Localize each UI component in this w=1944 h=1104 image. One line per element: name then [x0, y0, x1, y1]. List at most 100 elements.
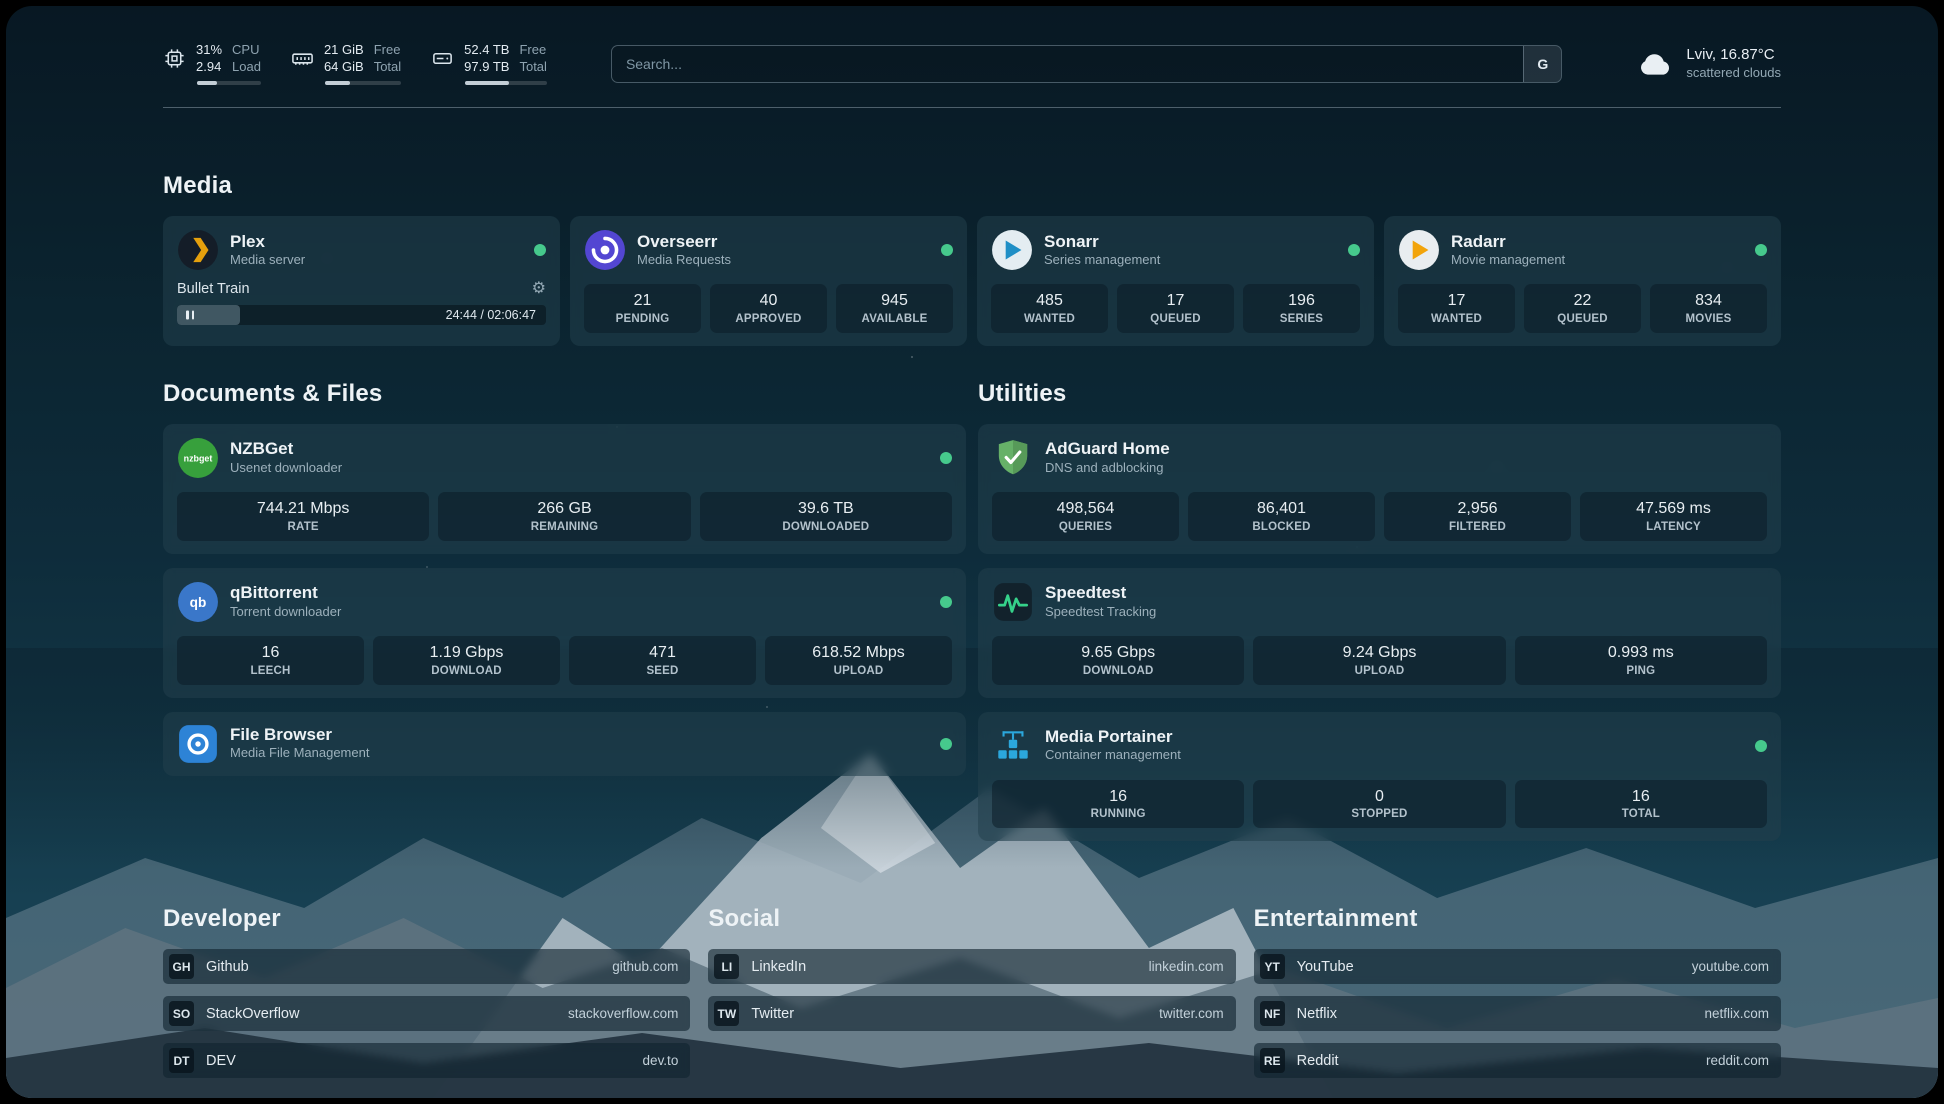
section-title-developer: Developer [163, 905, 690, 933]
stat-value: 22 [1528, 291, 1637, 312]
stat-label: UPLOAD [1257, 665, 1501, 677]
stat-box: 2,956 FILTERED [1384, 492, 1571, 541]
app-card-speedtest[interactable]: Speedtest Speedtest Tracking 9.65 Gbps D… [978, 568, 1781, 698]
bookmark-youtube[interactable]: YT YouTube youtube.com [1254, 949, 1781, 984]
radarr-icon [1398, 229, 1440, 271]
search-input[interactable] [612, 56, 1523, 72]
stat-label: BLOCKED [1192, 521, 1371, 533]
cloud-icon [1636, 48, 1674, 80]
stackoverflow-icon: SO [169, 1001, 194, 1026]
stat-box: 86,401 BLOCKED [1188, 492, 1375, 541]
search-engine-button[interactable]: G [1523, 46, 1561, 82]
stat-box: 618.52 Mbps UPLOAD [765, 636, 952, 685]
disk-progress-track [465, 81, 547, 85]
app-card-nzbget[interactable]: nzbget NZBGet Usenet downloader 744.21 M… [163, 424, 966, 554]
app-card-filebrowser[interactable]: File Browser Media File Management [163, 712, 966, 776]
topbar-divider [163, 107, 1781, 108]
disk-label-2: Total [519, 59, 546, 76]
stat-label: AVAILABLE [840, 313, 949, 325]
bookmark-name: DEV [206, 1053, 236, 1069]
app-card-qbittorrent[interactable]: qb qBittorrent Torrent downloader 16 [163, 568, 966, 698]
bookmark-name: Twitter [751, 1006, 794, 1022]
bookmark-netflix[interactable]: NF Netflix netflix.com [1254, 996, 1781, 1031]
now-playing-title: Bullet Train [177, 281, 250, 297]
app-card-sonarr[interactable]: Sonarr Series management 485 WANTED 17 Q… [977, 216, 1374, 346]
plex-icon [177, 229, 219, 271]
stat-label: LATENCY [1584, 521, 1763, 533]
cpu-monitor: 31% 2.94 CPU Load [163, 42, 261, 85]
svg-text:nzbget: nzbget [184, 454, 213, 464]
app-card-plex[interactable]: Plex Media server Bullet Train ⚙ 24:44 /… [163, 216, 560, 346]
stat-box: 39.6 TB DOWNLOADED [700, 492, 952, 541]
app-card-radarr[interactable]: Radarr Movie management 17 WANTED 22 QUE… [1384, 216, 1781, 346]
memory-progress-track [325, 81, 401, 85]
stat-box: 945 AVAILABLE [836, 284, 953, 333]
sonarr-icon [991, 229, 1033, 271]
section-title-entertainment: Entertainment [1254, 905, 1781, 933]
app-subtitle: Media server [230, 252, 305, 269]
stat-box: 1.19 Gbps DOWNLOAD [373, 636, 560, 685]
memory-progress-fill [325, 81, 350, 85]
section-title-media: Media [163, 172, 1781, 200]
stat-label: DOWNLOAD [996, 665, 1240, 677]
app-card-adguard[interactable]: AdGuard Home DNS and adblocking 498,564 … [978, 424, 1781, 554]
search-bar: G [611, 45, 1562, 83]
stat-box: 834 MOVIES [1650, 284, 1767, 333]
disk-free: 52.4 TB [464, 42, 509, 59]
stat-value: 39.6 TB [704, 499, 948, 520]
memory-total: 64 GiB [324, 59, 364, 76]
bookmark-url: stackoverflow.com [568, 1006, 678, 1021]
stat-box: 16 RUNNING [992, 780, 1244, 829]
bookmark-url: twitter.com [1159, 1006, 1224, 1021]
overseerr-icon [584, 229, 626, 271]
stat-label: FILTERED [1388, 521, 1567, 533]
status-dot [940, 452, 952, 464]
status-dot [940, 738, 952, 750]
status-dot [1755, 244, 1767, 256]
app-name: qBittorrent [230, 583, 341, 603]
stat-value: 21 [588, 291, 697, 312]
status-dot [940, 596, 952, 608]
stat-label: WANTED [995, 313, 1104, 325]
section-media: Media Plex Media server [163, 172, 1781, 346]
dashboard-screen: 31% 2.94 CPU Load [6, 6, 1938, 1098]
stat-value: 9.24 Gbps [1257, 643, 1501, 664]
bookmark-name: StackOverflow [206, 1006, 299, 1022]
youtube-icon: YT [1260, 954, 1285, 979]
weather-widget: Lviv, 16.87°C scattered clouds [1636, 45, 1781, 81]
bookmark-stackoverflow[interactable]: SO StackOverflow stackoverflow.com [163, 996, 690, 1031]
stat-box: 498,564 QUERIES [992, 492, 1179, 541]
stat-label: APPROVED [714, 313, 823, 325]
app-card-portainer[interactable]: Media Portainer Container management 16 … [978, 712, 1781, 842]
svg-text:qb: qb [190, 595, 207, 610]
bookmark-github[interactable]: GH Github github.com [163, 949, 690, 984]
disk-monitor: 52.4 TB 97.9 TB Free Total [431, 42, 547, 85]
stat-box: 9.24 Gbps UPLOAD [1253, 636, 1505, 685]
stat-label: QUERIES [996, 521, 1175, 533]
stat-box: 16 LEECH [177, 636, 364, 685]
app-card-overseerr[interactable]: Overseerr Media Requests 21 PENDING 40 A… [570, 216, 967, 346]
bookmark-reddit[interactable]: RE Reddit reddit.com [1254, 1043, 1781, 1078]
stat-box: 266 GB REMAINING [438, 492, 690, 541]
gear-icon[interactable]: ⚙ [532, 281, 546, 297]
bookmark-twitter[interactable]: TW Twitter twitter.com [708, 996, 1235, 1031]
app-subtitle: Media File Management [230, 745, 369, 762]
section-social: Social LI LinkedIn linkedin.com TW Twitt… [708, 905, 1235, 1078]
stat-value: 17 [1402, 291, 1511, 312]
app-subtitle: Series management [1044, 252, 1160, 269]
app-name: NZBGet [230, 439, 342, 459]
stat-value: 0.993 ms [1519, 643, 1763, 664]
stat-box: 9.65 Gbps DOWNLOAD [992, 636, 1244, 685]
bookmark-dev[interactable]: DT DEV dev.to [163, 1043, 690, 1078]
stat-box: 47.569 ms LATENCY [1580, 492, 1767, 541]
cpu-label-2: Load [232, 59, 261, 76]
stat-value: 2,956 [1388, 499, 1567, 520]
bookmark-url: linkedin.com [1149, 959, 1224, 974]
stat-value: 744.21 Mbps [181, 499, 425, 520]
memory-label-2: Total [374, 59, 401, 76]
playback-progress-bar: 24:44 / 02:06:47 [177, 305, 546, 325]
twitter-icon: TW [714, 1001, 739, 1026]
bookmark-url: youtube.com [1692, 959, 1769, 974]
bookmark-linkedin[interactable]: LI LinkedIn linkedin.com [708, 949, 1235, 984]
section-documents: Documents & Files nzbget NZBGet Usenet d… [163, 380, 966, 776]
